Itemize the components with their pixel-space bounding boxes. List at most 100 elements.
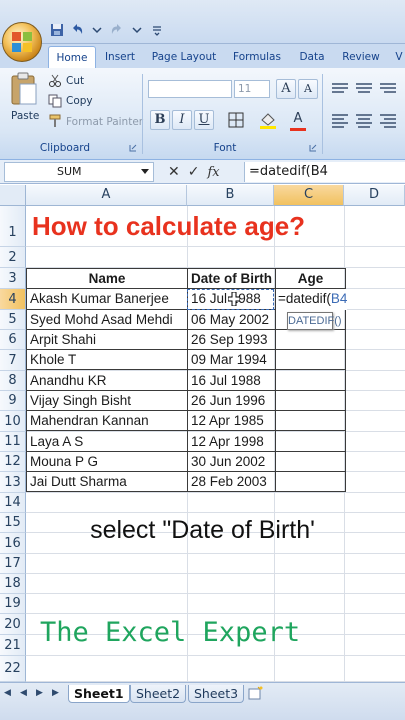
tab-home[interactable]: Home — [48, 46, 96, 68]
copy-button[interactable]: Copy — [66, 95, 93, 107]
paste-icon[interactable] — [10, 72, 38, 106]
row-header-8[interactable]: 8 — [0, 371, 26, 391]
first-sheet-icon[interactable]: ◀ — [4, 688, 11, 698]
customize-toolbar-icon[interactable] — [150, 23, 164, 37]
name-cell[interactable]: Syed Mohd Asad Mehdi — [26, 308, 188, 330]
tab-formulas[interactable]: Formulas — [228, 46, 286, 68]
sheet-tab-sheet1[interactable]: Sheet1 — [68, 685, 130, 703]
row-header-1[interactable]: 1 — [0, 206, 26, 247]
dob-cell[interactable]: 09 Mar 1994 — [187, 349, 276, 371]
function-tooltip[interactable]: DATEDIF() — [287, 312, 342, 330]
age-cell[interactable] — [275, 328, 346, 351]
cell-c4-editor[interactable]: =datedif(B4 — [276, 289, 348, 310]
row-header-13[interactable]: 13 — [0, 472, 26, 493]
align-left-icon[interactable] — [330, 112, 402, 130]
bold-button[interactable]: B — [150, 110, 170, 130]
column-header-c[interactable]: C — [274, 185, 344, 206]
name-box[interactable]: SUM — [4, 162, 154, 182]
dob-cell[interactable]: 12 Apr 1998 — [187, 430, 276, 452]
age-cell[interactable] — [275, 450, 346, 472]
insert-function-button[interactable]: fx — [207, 165, 219, 180]
row-header-5[interactable]: 5 — [0, 310, 26, 330]
chevron-down-icon[interactable] — [140, 168, 150, 176]
align-top-icon[interactable] — [330, 80, 402, 98]
row-header-17[interactable]: 17 — [0, 554, 26, 574]
column-header-a[interactable]: A — [26, 185, 187, 206]
underline-button[interactable]: U — [194, 110, 214, 130]
dob-cell[interactable]: 26 Jun 1996 — [187, 389, 276, 412]
format-painter-button[interactable]: Format Painter — [66, 116, 143, 128]
italic-button[interactable]: I — [172, 110, 192, 130]
age-cell[interactable] — [275, 389, 346, 412]
cut-button[interactable]: Cut — [66, 75, 84, 87]
chevron-down-icon[interactable] — [90, 23, 104, 37]
tab-page-layout[interactable]: Page Layout — [146, 46, 222, 68]
age-cell[interactable] — [275, 430, 346, 452]
dob-cell[interactable]: 12 Apr 1985 — [187, 410, 276, 432]
sheet-tab-sheet2[interactable]: Sheet2 — [130, 685, 187, 703]
font-size-combo[interactable]: 11 — [234, 80, 270, 98]
row-header-10[interactable]: 10 — [0, 411, 26, 432]
row-header-2[interactable]: 2 — [0, 247, 26, 268]
age-cell[interactable] — [275, 369, 346, 391]
dialog-launcher-icon[interactable] — [308, 143, 318, 153]
borders-icon[interactable] — [228, 112, 246, 128]
row-header-14[interactable]: 14 — [0, 493, 26, 513]
save-icon[interactable] — [50, 23, 64, 37]
dialog-launcher-icon[interactable] — [128, 143, 138, 153]
dob-cell[interactable]: 28 Feb 2003 — [187, 470, 276, 493]
dob-cell[interactable]: 16 Jul 1988 — [187, 369, 276, 391]
name-cell[interactable]: Arpit Shahi — [26, 328, 188, 351]
header-name[interactable]: Name — [26, 267, 188, 290]
column-header-d[interactable]: D — [344, 185, 405, 206]
age-cell[interactable] — [275, 470, 346, 493]
row-header-22[interactable]: 22 — [0, 656, 26, 682]
cancel-icon[interactable]: ✕ — [168, 164, 180, 180]
office-button[interactable] — [2, 22, 42, 62]
name-cell[interactable]: Mouna P G — [26, 450, 188, 472]
row-header-21[interactable]: 21 — [0, 635, 26, 656]
row-header-3[interactable]: 3 — [0, 268, 26, 289]
column-header-b[interactable]: B — [187, 185, 274, 206]
last-sheet-icon[interactable]: ▶ — [52, 688, 59, 698]
row-header-7[interactable]: 7 — [0, 350, 26, 371]
name-cell[interactable]: Khole T — [26, 349, 188, 371]
row-header-11[interactable]: 11 — [0, 432, 26, 452]
dob-cell[interactable]: 26 Sep 1993 — [187, 328, 276, 351]
font-color-button[interactable]: A — [288, 110, 308, 130]
row-header-9[interactable]: 9 — [0, 391, 26, 411]
name-cell[interactable]: Anandhu KR — [26, 369, 188, 391]
age-cell[interactable] — [275, 410, 346, 432]
formula-input[interactable]: =datedif(B4 — [244, 162, 405, 182]
name-cell[interactable]: Akash Kumar Banerjee — [26, 288, 188, 310]
tab-data[interactable]: Data — [294, 46, 330, 68]
tab-insert[interactable]: Insert — [100, 46, 140, 68]
tab-view[interactable]: V — [392, 46, 405, 68]
undo-icon[interactable] — [70, 23, 84, 37]
font-name-combo[interactable] — [148, 80, 232, 98]
select-all-corner[interactable] — [0, 185, 26, 206]
name-cell[interactable]: Laya A S — [26, 430, 188, 452]
dob-cell[interactable]: 06 May 2002 — [187, 308, 276, 330]
row-header-18[interactable]: 18 — [0, 574, 26, 594]
prev-sheet-icon[interactable]: ◀ — [20, 688, 27, 698]
name-cell[interactable]: Jai Dutt Sharma — [26, 470, 188, 493]
dob-cell[interactable]: 30 Jun 2002 — [187, 450, 276, 472]
chevron-down-icon[interactable] — [130, 23, 144, 37]
row-header-12[interactable]: 12 — [0, 452, 26, 472]
grow-font-button[interactable]: A — [276, 79, 296, 99]
header-age[interactable]: Age — [275, 267, 346, 290]
enter-icon[interactable]: ✓ — [188, 164, 200, 180]
insert-sheet-icon[interactable] — [248, 686, 264, 700]
row-header-4[interactable]: 4 — [0, 289, 26, 310]
age-cell[interactable] — [275, 349, 346, 371]
paste-button[interactable]: Paste — [11, 110, 39, 122]
next-sheet-icon[interactable]: ▶ — [36, 688, 43, 698]
shrink-font-button[interactable]: A — [298, 79, 318, 99]
row-header-6[interactable]: 6 — [0, 330, 26, 350]
header-date-of-birth[interactable]: Date of Birth — [187, 267, 276, 290]
tab-review[interactable]: Review — [338, 46, 384, 68]
row-header-20[interactable]: 20 — [0, 614, 26, 635]
name-cell[interactable]: Vijay Singh Bisht — [26, 389, 188, 412]
fill-color-icon[interactable] — [258, 111, 280, 129]
